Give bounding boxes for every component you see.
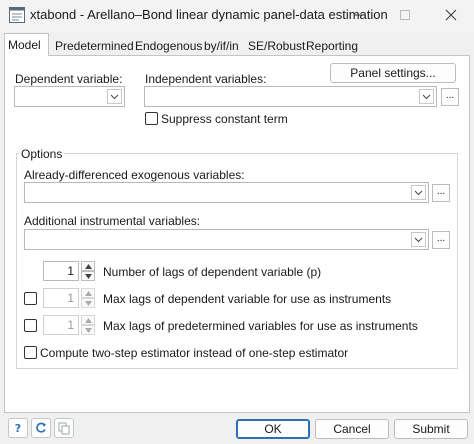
independent-variables-combobox[interactable] (144, 86, 437, 107)
additional-instruments-browse-button[interactable]: ... (432, 231, 450, 249)
lags-label: Number of lags of dependent variable (p) (103, 265, 322, 279)
twostep-label: Compute two-step estimator instead of on… (40, 346, 349, 360)
maxlag-predetermined-spinner-arrows[interactable] (81, 315, 95, 335)
close-icon[interactable] (428, 0, 474, 30)
tab-endogenous[interactable]: Endogenous (131, 35, 202, 55)
chevron-down-icon[interactable] (411, 232, 426, 247)
maxlag-dependent-spinner-input[interactable]: 1 (43, 288, 79, 308)
maxlag-predetermined-checkbox[interactable] (24, 319, 37, 332)
spin-down-icon[interactable] (81, 271, 95, 281)
differenced-exogenous-combobox[interactable] (24, 182, 429, 203)
spin-down-icon[interactable] (81, 325, 95, 335)
suppress-constant-checkbox[interactable] (145, 112, 158, 125)
maxlag-dependent-label: Max lags of dependent variable for use a… (103, 292, 392, 306)
spin-down-icon[interactable] (81, 298, 95, 308)
tab-predetermined[interactable]: Predetermined (51, 35, 134, 55)
maxlag-dependent-spinner-arrows[interactable] (81, 288, 95, 308)
twostep-checkbox[interactable] (24, 346, 37, 359)
title-bar: xtabond - Arellano–Bond linear dynamic p… (0, 0, 474, 32)
window-title: xtabond - Arellano–Bond linear dynamic p… (30, 7, 388, 22)
lags-spinner-input[interactable]: 1 (43, 261, 79, 281)
copy-icon[interactable] (54, 418, 74, 438)
options-legend: Options (19, 147, 65, 161)
maximize-icon[interactable] (382, 0, 428, 30)
submit-button[interactable]: Submit (394, 419, 468, 439)
minimize-icon[interactable] (336, 0, 382, 30)
spin-up-icon[interactable] (81, 261, 95, 271)
chevron-down-icon[interactable] (419, 89, 434, 104)
svg-text:?: ? (15, 422, 21, 434)
additional-instruments-combobox[interactable] (24, 229, 429, 250)
help-icon[interactable]: ? (8, 418, 28, 438)
differenced-exogenous-browse-button[interactable]: ... (432, 184, 450, 202)
dialog-app-icon (8, 6, 26, 24)
independent-variables-label: Independent variables: (145, 72, 267, 86)
reset-icon[interactable] (31, 418, 51, 438)
tab-model[interactable]: Model (4, 33, 49, 56)
dependent-variable-combobox[interactable] (14, 86, 125, 107)
ok-button[interactable]: OK (236, 419, 310, 439)
lags-spinner-arrows[interactable] (81, 261, 95, 281)
differenced-exogenous-label: Already-differenced exogenous variables: (24, 168, 245, 182)
tab-se-robust[interactable]: SE/Robust (244, 35, 305, 55)
spin-up-icon[interactable] (81, 315, 95, 325)
cancel-button[interactable]: Cancel (315, 419, 389, 439)
spin-up-icon[interactable] (81, 288, 95, 298)
maxlag-predetermined-label: Max lags of predetermined variables for … (103, 319, 418, 333)
chevron-down-icon[interactable] (107, 89, 122, 104)
dependent-variable-label: Dependent variable: (15, 72, 123, 86)
suppress-constant-label: Suppress constant term (161, 112, 288, 126)
tab-reporting[interactable]: Reporting (302, 35, 362, 55)
additional-instruments-label: Additional instrumental variables: (24, 214, 201, 228)
panel-settings-button[interactable]: Panel settings... (330, 63, 456, 83)
independent-variables-browse-button[interactable]: ... (441, 88, 459, 106)
maxlag-predetermined-spinner-input[interactable]: 1 (43, 315, 79, 335)
maxlag-dependent-checkbox[interactable] (24, 292, 37, 305)
tab-strip: Model Predetermined Endogenous by/if/in … (4, 33, 470, 56)
tab-by-if-in[interactable]: by/if/in (200, 35, 246, 55)
chevron-down-icon[interactable] (411, 185, 426, 200)
